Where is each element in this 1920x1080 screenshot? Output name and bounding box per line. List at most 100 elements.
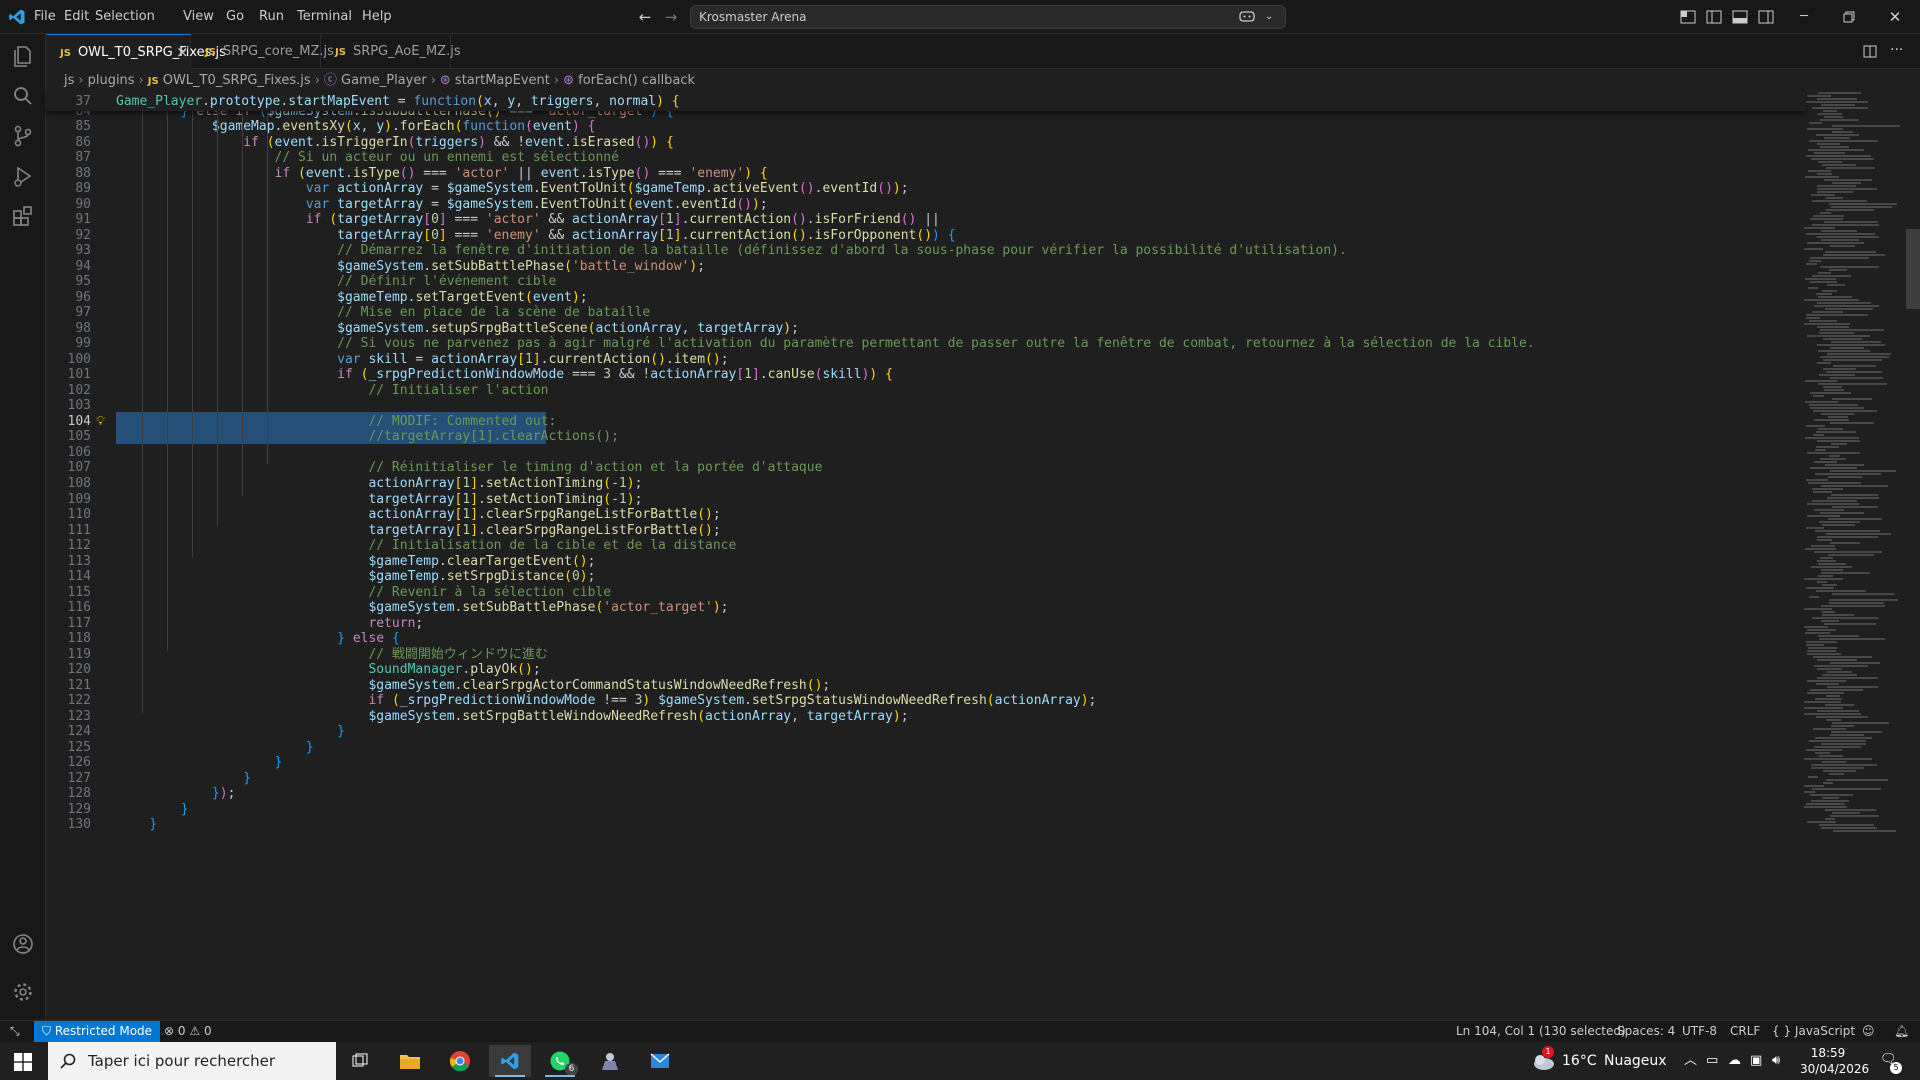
back-arrow-icon[interactable]: ← — [636, 8, 654, 26]
breadcrumb-callback[interactable]: forEach() callback — [578, 73, 695, 88]
customize-layout-icon[interactable] — [1680, 10, 1696, 24]
breadcrumb-plugins[interactable]: plugins — [88, 73, 135, 88]
menu-selection[interactable]: Selection — [89, 0, 161, 34]
minimap-line — [1826, 695, 1840, 697]
lightbulb-icon[interactable]: 💡︎ — [96, 412, 105, 431]
game-app-button[interactable] — [589, 1045, 631, 1077]
menu-help[interactable]: Help — [356, 0, 398, 34]
menu-view[interactable]: View — [177, 0, 220, 34]
minimap-line — [1822, 761, 1846, 763]
remote-icon[interactable]: ⤡ — [10, 1021, 20, 1042]
weather-temp[interactable]: 16°C — [1562, 1042, 1597, 1080]
code-line[interactable]: // Initialiser l'action — [118, 381, 548, 400]
code-line[interactable]: } — [118, 815, 157, 834]
minimap-line — [1817, 668, 1842, 670]
minimap-line — [1804, 626, 1828, 628]
run-debug-icon[interactable] — [9, 162, 37, 190]
minimap-line — [1830, 542, 1860, 544]
mail-app-button[interactable] — [639, 1045, 681, 1077]
restore-icon[interactable] — [1843, 11, 1855, 23]
problems-indicator[interactable]: ⊗ 0 ⚠ 0 — [164, 1021, 212, 1042]
menu-run[interactable]: Run — [253, 0, 290, 34]
cloud-sync-icon[interactable]: ☁ — [1728, 1042, 1741, 1080]
source-control-icon[interactable] — [9, 122, 37, 150]
copilot-chat-icon[interactable] — [1239, 10, 1255, 24]
menu-go[interactable]: Go — [220, 0, 250, 34]
explorer-icon[interactable] — [9, 42, 37, 70]
code-line[interactable]: //targetArray[1].clearActions(); — [118, 427, 618, 446]
command-center-search[interactable]: Krosmaster Arena ⌄ — [690, 5, 1286, 29]
breadcrumb-file[interactable]: OWL_T0_SRPG_Fixes.js — [163, 73, 311, 88]
minimap-line — [1828, 476, 1862, 478]
clock-time[interactable]: 18:59 — [1808, 1046, 1848, 1061]
notifications-bell-icon[interactable]: 🔔︎ — [1894, 1021, 1909, 1042]
meet-now-icon[interactable]: ▭ — [1706, 1042, 1718, 1080]
breadcrumb-js[interactable]: js — [64, 73, 74, 88]
js-file-icon: JS — [335, 47, 346, 58]
minimap-line — [1832, 182, 1861, 184]
minimap-line — [1805, 278, 1836, 280]
encoding[interactable]: UTF-8 — [1682, 1021, 1717, 1042]
menu-file[interactable]: File — [28, 0, 62, 34]
minimap-line — [1817, 362, 1831, 364]
restricted-mode-badge[interactable]: ⛉ Restricted Mode — [34, 1021, 161, 1042]
volume-icon[interactable]: 🔊︎ — [1772, 1042, 1780, 1080]
menu-terminal[interactable]: Terminal — [291, 0, 358, 34]
minimap-line — [1829, 269, 1847, 271]
vscode-taskbar-button[interactable] — [489, 1045, 531, 1077]
copilot-icon[interactable]: ☺ — [1862, 1021, 1875, 1042]
extensions-icon[interactable] — [9, 202, 37, 230]
close-tab-icon[interactable]: × — [176, 35, 189, 70]
search-icon[interactable] — [9, 82, 37, 110]
file-explorer-button[interactable] — [389, 1045, 431, 1077]
indentation[interactable]: Spaces: 4 — [1617, 1021, 1675, 1042]
weather-desc[interactable]: Nuageux — [1604, 1042, 1667, 1080]
taskbar-search-box[interactable]: Taper ici pour rechercher — [48, 1042, 336, 1080]
task-view-button[interactable] — [339, 1045, 381, 1077]
breadcrumb-method[interactable]: startMapEvent — [455, 73, 550, 88]
minimap-line — [1804, 248, 1823, 250]
minimap-line — [1819, 521, 1860, 523]
chrome-button[interactable] — [439, 1045, 481, 1077]
tab-srpg-aoe-mz[interactable]: JS SRPG_AoE_MZ.js — [321, 34, 461, 69]
network-icon[interactable]: ▣ — [1750, 1042, 1762, 1080]
weather-badge: 1 — [1542, 1046, 1554, 1058]
split-editor-icon[interactable] — [1863, 45, 1877, 58]
sticky-scroll-header[interactable]: 37 Game_Player.prototype.startMapEvent =… — [46, 92, 1806, 111]
whatsapp-badge: 6 — [565, 1063, 578, 1076]
tab-owl-t0-srpg-fixes[interactable]: JS OWL_T0_SRPG_Fixes.js × — [46, 34, 226, 70]
minimap-line — [1821, 605, 1885, 607]
breadcrumb-class[interactable]: Game_Player — [341, 73, 427, 88]
forward-arrow-icon[interactable]: → — [662, 8, 680, 26]
chevron-up-icon[interactable]: ︿ — [1684, 1042, 1697, 1080]
tab-srpg-core-mz[interactable]: JS SRPG_core_MZ.js — [191, 34, 334, 69]
settings-gear-icon[interactable] — [9, 978, 37, 1006]
minimap-line — [1811, 767, 1864, 769]
minimap-line — [1821, 743, 1866, 745]
code-editor[interactable]: 83 // Lorsque la sous-phase est actor_ta… — [46, 92, 1920, 1020]
toggle-panel-icon[interactable] — [1732, 10, 1748, 24]
minimap-line — [1812, 500, 1857, 502]
more-actions-icon[interactable]: ··· — [1890, 42, 1903, 58]
windows-start-icon[interactable] — [14, 1053, 32, 1071]
toggle-secondary-sidebar-icon[interactable] — [1758, 10, 1774, 24]
accounts-icon[interactable] — [9, 930, 37, 958]
vscode-logo-icon[interactable] — [8, 8, 26, 26]
cursor-position[interactable]: Ln 104, Col 1 (130 selected) — [1456, 1021, 1626, 1042]
language-mode[interactable]: { } JavaScript — [1772, 1021, 1855, 1042]
minimap-line — [1823, 338, 1862, 340]
toggle-primary-sidebar-icon[interactable] — [1706, 10, 1722, 24]
minimap[interactable] — [1800, 92, 1906, 1020]
clock-date[interactable]: 30/04/2026 — [1800, 1062, 1869, 1077]
minimap-line — [1806, 644, 1824, 646]
minimap-line — [1814, 665, 1868, 667]
minimize-icon[interactable]: ─ — [1796, 8, 1812, 26]
minimap-line — [1821, 569, 1843, 571]
minimap-line — [1821, 413, 1854, 415]
chevron-down-icon[interactable]: ⌄ — [1265, 6, 1273, 28]
minimap-line — [1825, 818, 1835, 820]
line-ending[interactable]: CRLF — [1730, 1021, 1760, 1042]
whatsapp-button[interactable]: 6 — [539, 1045, 581, 1077]
close-window-icon[interactable]: ✕ — [1886, 8, 1904, 26]
scrollbar-thumb[interactable] — [1906, 229, 1920, 309]
